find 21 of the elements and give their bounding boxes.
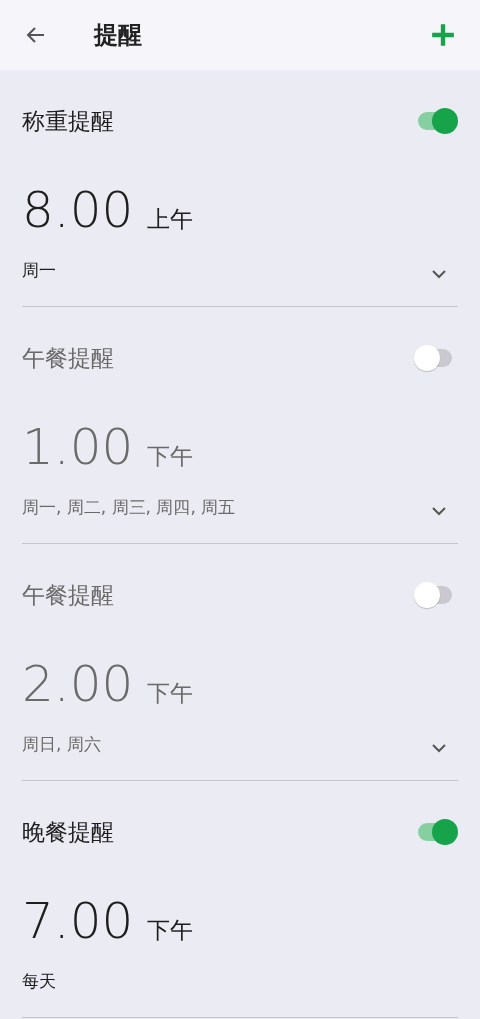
page-title: 提醒 bbox=[94, 20, 143, 51]
time-period: 上午 bbox=[147, 205, 194, 234]
time-period: 下午 bbox=[147, 442, 194, 471]
reminder-title: 午餐提醒 bbox=[22, 581, 114, 610]
reminder-title: 午餐提醒 bbox=[22, 344, 114, 373]
repeat-days: 周日, 周六 bbox=[22, 732, 101, 756]
chevron-down-icon[interactable] bbox=[432, 506, 446, 516]
chevron-down-icon[interactable] bbox=[432, 269, 446, 279]
reminder-time: 7.00 bbox=[22, 893, 134, 949]
reminder-title: 称重提醒 bbox=[22, 107, 114, 136]
reminder-time: 2.00 bbox=[22, 656, 134, 712]
repeat-days: 周一, 周二, 周三, 周四, 周五 bbox=[22, 495, 236, 519]
repeat-days: 周一 bbox=[22, 258, 56, 282]
reminder-time: 1.00 bbox=[22, 419, 134, 475]
reminder-time: 8.00 bbox=[22, 182, 134, 238]
time-period: 下午 bbox=[147, 916, 194, 945]
chevron-down-icon[interactable] bbox=[432, 743, 446, 753]
repeat-days: 每天 bbox=[22, 969, 56, 993]
reminder-title: 晚餐提醒 bbox=[22, 818, 114, 847]
add-icon[interactable] bbox=[430, 22, 456, 48]
time-period: 下午 bbox=[147, 679, 194, 708]
